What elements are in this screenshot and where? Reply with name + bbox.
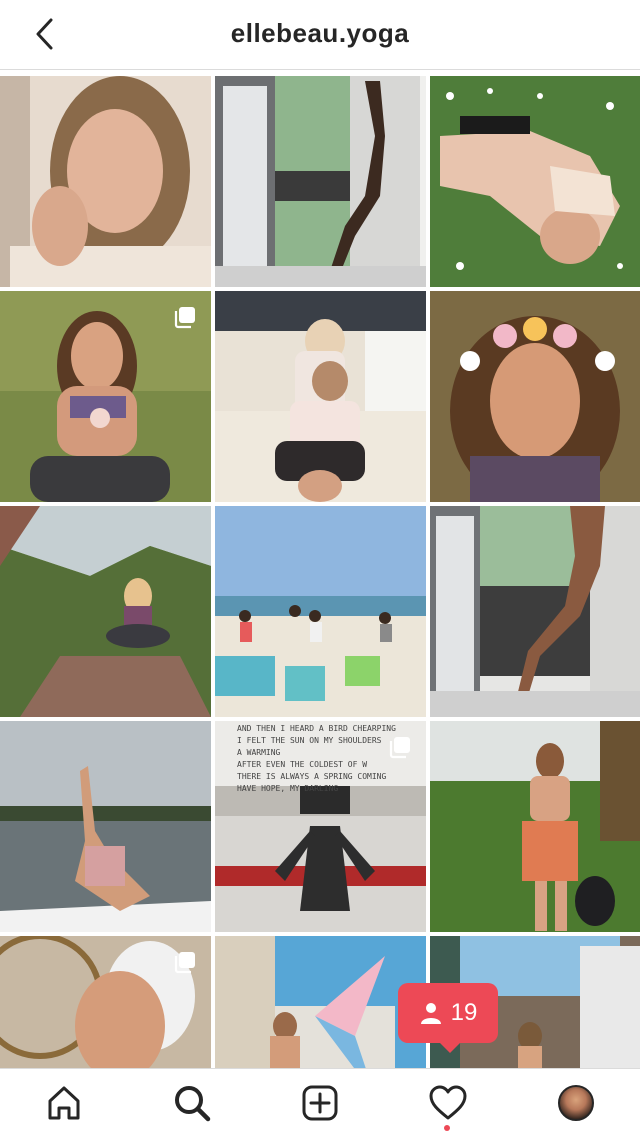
post-photo: [215, 76, 426, 287]
post-tile[interactable]: [215, 291, 426, 502]
post-tile[interactable]: [0, 936, 211, 1068]
post-tile[interactable]: [215, 506, 426, 717]
post-photo: [430, 291, 640, 502]
bottom-tab-bar: [0, 1068, 640, 1138]
typewriter-poem: AND THEN I HEARD A BIRD CHEARPING I FELT…: [237, 723, 417, 795]
poem-line: AFTER EVEN THE COLDEST OF W: [237, 760, 368, 769]
post-photo: [0, 76, 211, 287]
post-photo: [0, 506, 211, 717]
top-bar: ellebeau.yoga: [0, 0, 640, 70]
post-tile[interactable]: AND THEN I HEARD A BIRD CHEARPING I FELT…: [215, 721, 426, 932]
person-icon: [420, 1003, 441, 1024]
multiple-photos-icon: [174, 952, 195, 974]
post-photo: [430, 721, 640, 932]
heart-icon: [429, 1085, 467, 1120]
tab-new-post[interactable]: [298, 1081, 342, 1125]
post-tile[interactable]: [215, 76, 426, 287]
plus-square-icon: [302, 1085, 338, 1121]
search-icon: [175, 1086, 211, 1122]
post-tile[interactable]: [215, 936, 426, 1068]
tab-activity[interactable]: [426, 1081, 470, 1125]
post-photo: [215, 506, 426, 717]
post-photo: [430, 506, 640, 717]
tab-search[interactable]: [170, 1081, 214, 1125]
post-tile[interactable]: [0, 506, 211, 717]
post-photo: [215, 291, 426, 502]
poem-line: AND THEN I HEARD A BIRD CHEARPING: [237, 724, 396, 733]
post-photo: [215, 936, 426, 1068]
post-tile[interactable]: [0, 76, 211, 287]
home-icon: [48, 1086, 80, 1120]
multiple-photos-icon: [174, 307, 195, 329]
poem-line: THERE IS ALWAYS A SPRING COMING: [237, 772, 387, 781]
multiple-photos-icon: [389, 737, 410, 759]
post-tile[interactable]: [430, 291, 640, 502]
notification-count: 19: [450, 999, 478, 1026]
post-tile[interactable]: [430, 506, 640, 717]
post-tile[interactable]: [0, 721, 211, 932]
profile-username: ellebeau.yoga: [230, 18, 410, 48]
post-tile[interactable]: [430, 721, 640, 932]
post-tile[interactable]: [0, 291, 211, 502]
tab-home[interactable]: [42, 1081, 86, 1125]
tab-profile[interactable]: [554, 1081, 598, 1125]
posts-grid: AND THEN I HEARD A BIRD CHEARPING I FELT…: [0, 76, 640, 1068]
followers-notification-badge[interactable]: 19: [398, 983, 498, 1053]
activity-indicator-dot: [444, 1125, 450, 1131]
poem-line: HAVE HOPE, MY DARLING: [237, 784, 339, 793]
avatar: [558, 1085, 594, 1121]
post-tile[interactable]: [430, 76, 640, 287]
post-photo: [0, 721, 211, 932]
post-photo: [430, 76, 640, 287]
